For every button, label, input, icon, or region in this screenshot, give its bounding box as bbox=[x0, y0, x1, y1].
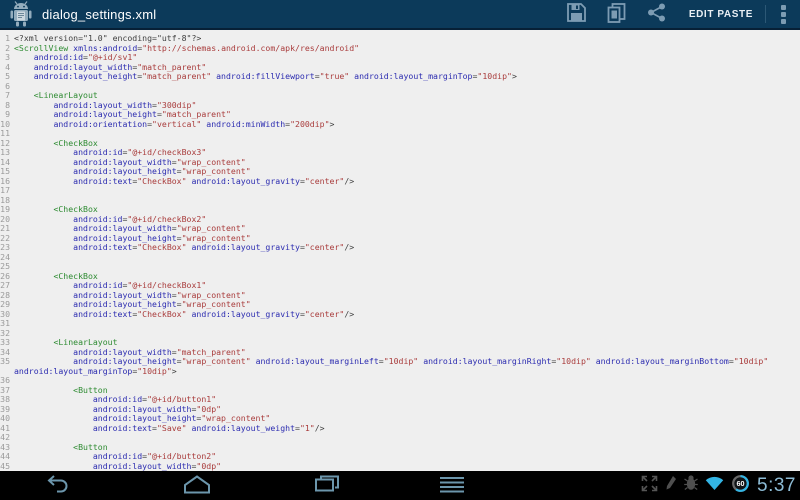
share-icon bbox=[647, 3, 666, 25]
copy-paste-button[interactable] bbox=[597, 0, 637, 29]
code-lines: 1<?xml version="1.0" encoding="utf-8"?>2… bbox=[0, 34, 800, 471]
code-line[interactable]: 35 android:layout_height="wrap_content" … bbox=[0, 357, 800, 376]
menu-icon bbox=[439, 475, 465, 496]
back-icon bbox=[45, 474, 71, 497]
line-number: 35 bbox=[0, 357, 14, 367]
line-number: 45 bbox=[0, 462, 14, 472]
code-line[interactable]: 10 android:orientation="vertical" androi… bbox=[0, 120, 800, 130]
fullscreen-icon bbox=[641, 475, 658, 497]
code-line[interactable]: 6 bbox=[0, 82, 800, 92]
recent-apps-icon bbox=[314, 474, 340, 497]
code-line[interactable]: 24 bbox=[0, 253, 800, 263]
code-editor[interactable]: 1<?xml version="1.0" encoding="utf-8"?>2… bbox=[0, 32, 800, 471]
page-title: dialog_settings.xml bbox=[42, 7, 156, 22]
wifi-icon bbox=[705, 476, 724, 496]
recent-apps-button[interactable] bbox=[305, 471, 349, 500]
save-button[interactable] bbox=[557, 0, 597, 29]
bug-icon bbox=[684, 475, 698, 496]
system-nav-bar: 60 5:37 bbox=[0, 471, 800, 500]
code-line[interactable]: 5 android:layout_height="match_parent" a… bbox=[0, 72, 800, 82]
back-button[interactable] bbox=[36, 471, 80, 500]
battery-circle-widget: 60 bbox=[731, 474, 750, 498]
overflow-menu-button[interactable] bbox=[766, 0, 800, 29]
clock: 5:37 bbox=[757, 471, 796, 500]
save-icon bbox=[567, 3, 586, 25]
code-line[interactable]: 18 bbox=[0, 196, 800, 206]
code-line[interactable]: 30 android:text="CheckBox" android:layou… bbox=[0, 310, 800, 320]
code-line[interactable]: 41 android:text="Save" android:layout_we… bbox=[0, 424, 800, 434]
pencil-icon bbox=[665, 475, 677, 496]
copy-icon bbox=[607, 3, 626, 26]
battery-percent-label: 60 bbox=[737, 479, 745, 488]
status-tray[interactable]: 60 5:37 bbox=[641, 471, 796, 500]
menu-button[interactable] bbox=[430, 471, 474, 500]
code-line[interactable]: 31 bbox=[0, 319, 800, 329]
code-line[interactable]: 45 android:layout_width="0dp" bbox=[0, 462, 800, 472]
app-android-icon[interactable] bbox=[9, 1, 33, 27]
code-line[interactable]: 42 bbox=[0, 433, 800, 443]
home-icon bbox=[183, 475, 211, 497]
edit-paste-button[interactable]: EDIT PASTE bbox=[677, 0, 765, 29]
code-line[interactable]: 17 bbox=[0, 186, 800, 196]
action-bar: dialog_settings.xml bbox=[0, 0, 800, 30]
code-line[interactable]: 36 bbox=[0, 376, 800, 386]
overflow-menu-icon bbox=[781, 5, 786, 10]
share-button[interactable] bbox=[637, 0, 677, 29]
code-line[interactable]: 16 android:text="CheckBox" android:layou… bbox=[0, 177, 800, 187]
home-button[interactable] bbox=[175, 471, 219, 500]
code-line[interactable]: 32 bbox=[0, 329, 800, 339]
code-line[interactable]: 25 bbox=[0, 262, 800, 272]
code-line[interactable]: 11 bbox=[0, 129, 800, 139]
code-line[interactable]: 23 android:text="CheckBox" android:layou… bbox=[0, 243, 800, 253]
